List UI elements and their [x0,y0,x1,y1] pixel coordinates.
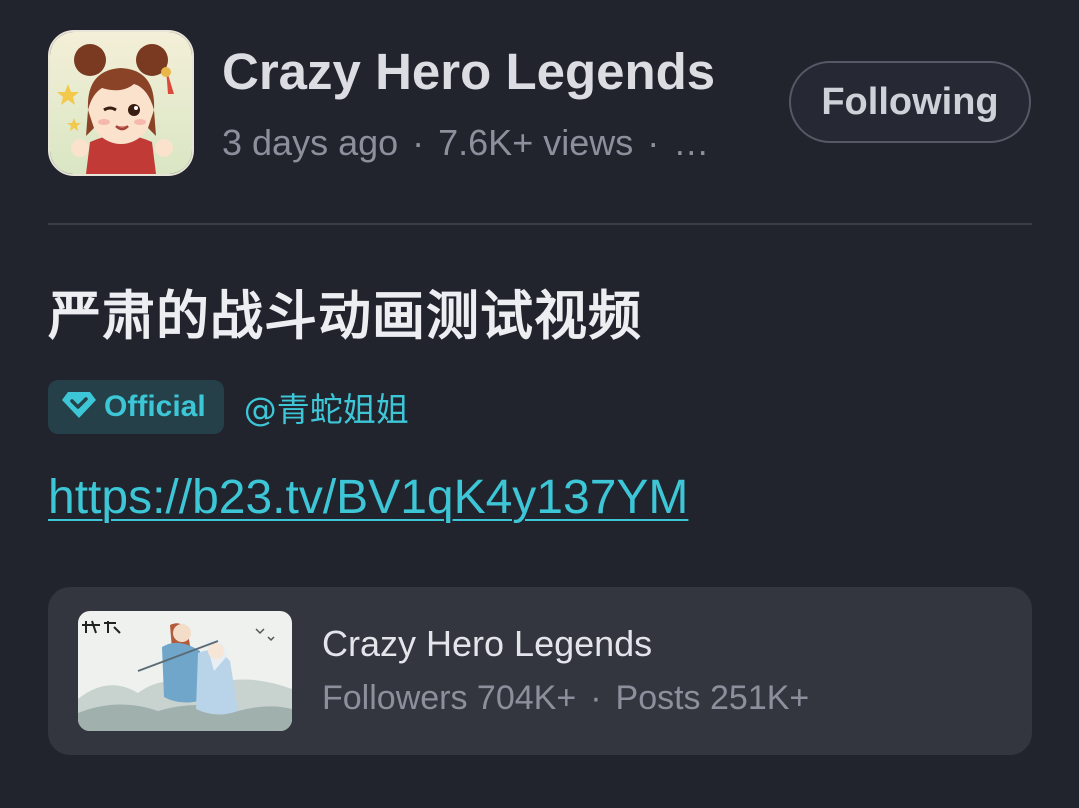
author-row: Official @青蛇姐姐 [48,380,409,434]
more-menu-icon[interactable]: … [673,122,709,163]
diamond-check-icon [62,392,96,422]
divider [48,223,1032,225]
following-button[interactable]: Following [789,61,1031,143]
game-thumbnail [78,611,292,731]
followers-count: Followers 704K+ [322,679,577,717]
app-avatar-icon[interactable] [48,30,194,176]
official-badge: Official [48,380,224,434]
user-mention-link[interactable]: @青蛇姐姐 [244,383,409,431]
post-title: 严肃的战斗动画测试视频 [48,286,642,347]
posts-count: Posts 251K+ [615,679,810,717]
card-title[interactable]: Crazy Hero Legends [322,623,652,665]
meta-separator: · [412,122,425,163]
stats-separator: · [590,679,602,717]
community-card[interactable]: Crazy Hero Legends Followers 704K+ · Posts… [48,587,1032,755]
official-badge-label: Official [104,390,206,423]
post-time: 3 days ago [222,122,399,163]
post-meta: 3 days ago · 7.6K+ views · … [222,122,709,164]
post-header: Crazy Hero Legends 3 days ago · 7.6K+ view… [48,30,1032,178]
app-title[interactable]: Crazy Hero Legends [222,42,715,101]
view-count: 7.6K+ views [438,122,634,163]
meta-separator: · [647,122,660,163]
card-stats: Followers 704K+ · Posts 251K+ [322,679,809,718]
video-link[interactable]: https://b23.tv/BV1qK4y137YM [48,470,688,525]
